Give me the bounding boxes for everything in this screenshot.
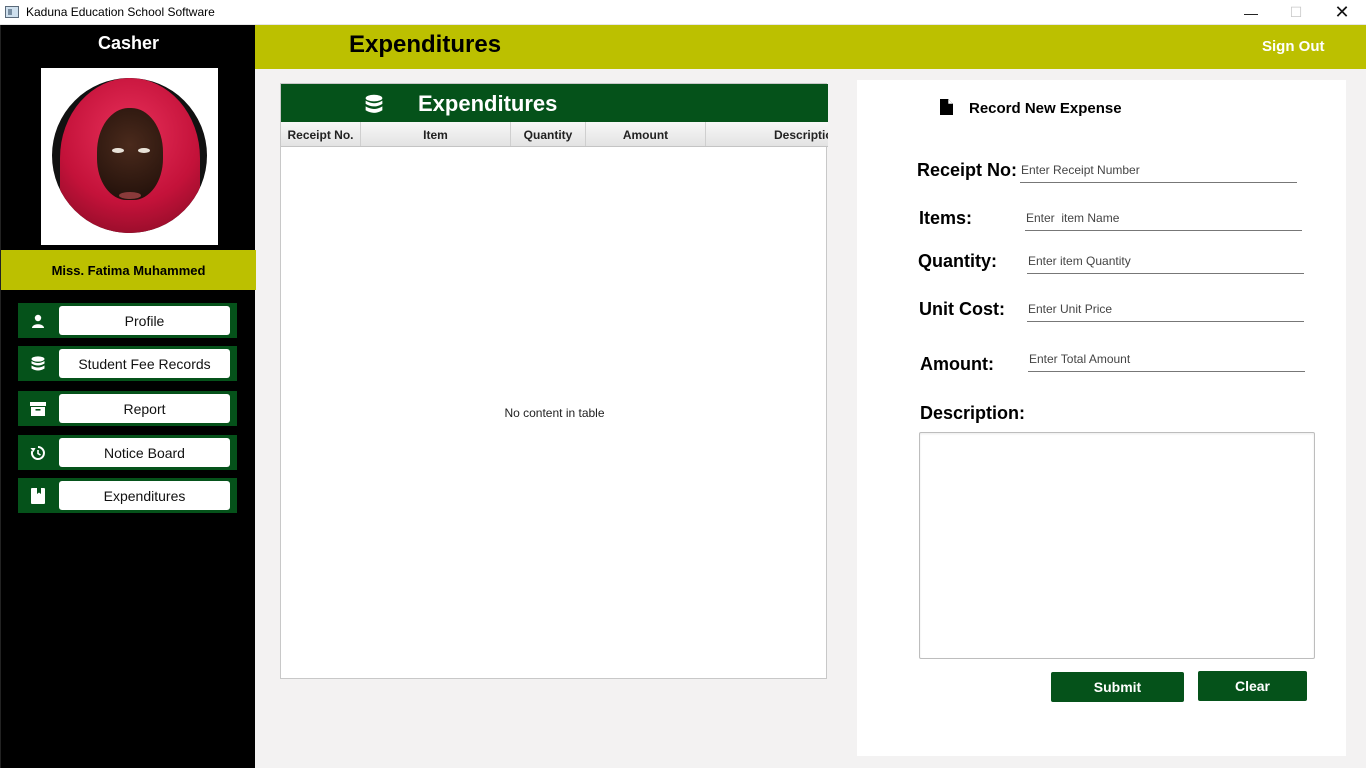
quantity-input[interactable] [1027, 248, 1304, 274]
profile-button[interactable]: Profile [59, 306, 230, 335]
nav-item-expenditures[interactable]: Expenditures [18, 478, 237, 513]
receipt-no-input[interactable] [1020, 157, 1297, 183]
form-title: Record New Expense [969, 100, 1122, 117]
sign-out-link[interactable]: Sign Out [1262, 38, 1325, 55]
column-header-receipt-no[interactable]: Receipt No. [281, 122, 361, 146]
unit-cost-label: Unit Cost: [919, 299, 1005, 319]
sidebar: Casher Miss. Fatima Muhammed Profile Stu… [0, 25, 256, 768]
profile-photo-frame [41, 68, 218, 245]
nav-item-report[interactable]: Report [18, 391, 237, 426]
window-title: Kaduna Education School Software [26, 5, 215, 19]
header-bar: Expenditures Sign Out [255, 25, 1366, 69]
user-name: Miss. Fatima Muhammed [1, 250, 256, 290]
archive-icon [28, 400, 48, 418]
description-textarea[interactable] [919, 432, 1315, 659]
minimize-button[interactable]: — [1228, 0, 1274, 25]
nav-item-student-fee-records[interactable]: Student Fee Records [18, 346, 237, 381]
clear-button[interactable]: Clear [1198, 671, 1307, 701]
table-empty-message: No content in table [504, 406, 605, 420]
quantity-label: Quantity: [918, 251, 997, 271]
student-fee-records-button[interactable]: Student Fee Records [59, 349, 230, 378]
table-title: Expenditures [418, 91, 558, 116]
unit-cost-input[interactable] [1027, 296, 1304, 322]
table-banner: Expenditures [281, 84, 828, 122]
window-titlebar: Kaduna Education School Software — ☐ ✕ [0, 0, 1366, 25]
database-icon [365, 94, 383, 120]
submit-button[interactable]: Submit [1051, 672, 1184, 702]
role-label: Casher [97, 33, 160, 53]
record-expense-form: Record New Expense Receipt No: Items: Qu… [857, 80, 1346, 756]
amount-label: Amount: [920, 354, 994, 374]
table-header: Receipt No. Item Quantity Amount Descrip… [281, 122, 828, 147]
expenditures-table-panel: Expenditures Receipt No. Item Quantity A… [280, 83, 828, 679]
close-button[interactable]: ✕ [1319, 0, 1365, 25]
column-header-amount[interactable]: Amount [586, 122, 706, 146]
report-button[interactable]: Report [59, 394, 230, 423]
maximize-button[interactable]: ☐ [1273, 0, 1319, 25]
file-icon [940, 99, 953, 120]
nav-item-profile[interactable]: Profile [18, 303, 237, 338]
database-icon [28, 355, 48, 373]
column-header-item[interactable]: Item [361, 122, 511, 146]
history-icon [28, 444, 48, 462]
receipt-no-label: Receipt No: [917, 160, 1018, 180]
person-icon [28, 312, 48, 330]
amount-input[interactable] [1028, 346, 1305, 372]
app-icon [5, 6, 19, 18]
description-label: Description: [920, 403, 1026, 423]
notice-board-button[interactable]: Notice Board [59, 438, 230, 467]
bookmark-book-icon [28, 487, 48, 505]
items-label: Items: [919, 208, 973, 228]
column-header-quantity[interactable]: Quantity [511, 122, 586, 146]
avatar [52, 78, 207, 233]
expenditures-button[interactable]: Expenditures [59, 481, 230, 510]
nav-item-notice-board[interactable]: Notice Board [18, 435, 237, 470]
item-name-input[interactable] [1025, 205, 1302, 231]
column-header-description[interactable]: Description [706, 122, 828, 146]
page-title: Expenditures [349, 31, 502, 58]
